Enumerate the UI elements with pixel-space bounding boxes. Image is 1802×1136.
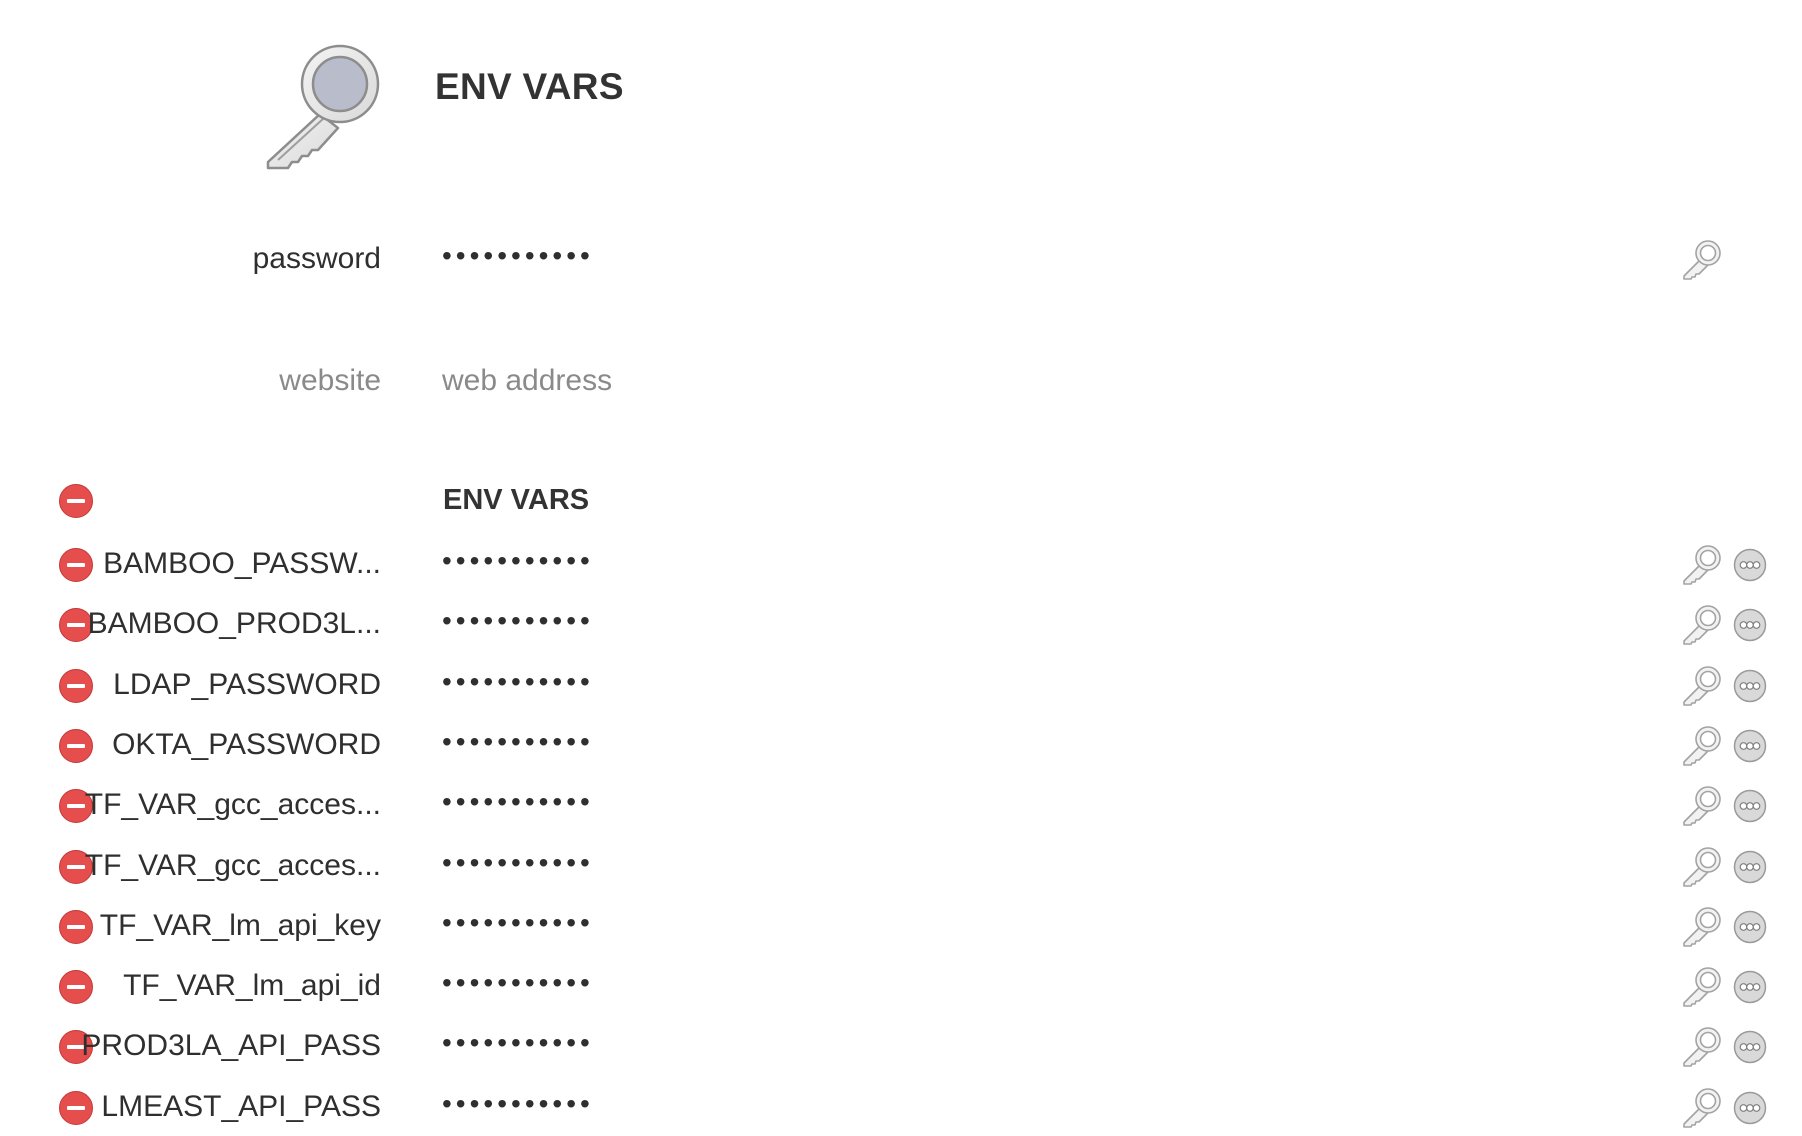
remove-circle-icon bbox=[67, 744, 85, 748]
remove-circle-icon bbox=[67, 985, 85, 989]
website-label: website bbox=[279, 364, 381, 397]
env-var-label[interactable]: TF_VAR_lm_api_key bbox=[100, 898, 381, 954]
password-generator-key-icon[interactable] bbox=[1680, 784, 1724, 828]
env-var-label[interactable]: LMEAST_API_PASS bbox=[101, 1079, 381, 1135]
website-row: website web address bbox=[0, 353, 1802, 409]
more-options-icon[interactable] bbox=[1733, 1030, 1767, 1064]
remove-field-button[interactable] bbox=[59, 970, 93, 1004]
env-var-label[interactable]: BAMBOO_PASSW... bbox=[103, 536, 381, 592]
remove-field-button[interactable] bbox=[59, 669, 93, 703]
section-title[interactable]: ENV VARS bbox=[443, 472, 589, 528]
env-var-label[interactable]: BAMBOO_PROD3L... bbox=[88, 596, 381, 652]
remove-circle-icon bbox=[67, 865, 85, 869]
item-header: ENV VARS bbox=[258, 44, 1058, 174]
remove-field-button[interactable] bbox=[59, 1091, 93, 1125]
env-var-value[interactable]: ••••••••••• bbox=[442, 898, 594, 954]
env-var-label[interactable]: TF_VAR_lm_api_id bbox=[123, 958, 381, 1014]
env-var-row: TF_VAR_lm_api_key ••••••••••• bbox=[0, 898, 1802, 954]
env-var-value[interactable]: ••••••••••• bbox=[442, 777, 594, 833]
env-var-row: TF_VAR_gcc_acces... ••••••••••• bbox=[0, 777, 1802, 833]
password-generator-key-icon[interactable] bbox=[1680, 1025, 1724, 1069]
remove-circle-icon bbox=[67, 623, 85, 627]
password-generator-key-icon[interactable] bbox=[1680, 965, 1724, 1009]
remove-field-button[interactable] bbox=[59, 548, 93, 582]
more-options-icon[interactable] bbox=[1733, 789, 1767, 823]
section-header-row: ENV VARS bbox=[0, 472, 1802, 528]
more-options-icon[interactable] bbox=[1733, 1091, 1767, 1125]
env-var-row: OKTA_PASSWORD ••••••••••• bbox=[0, 717, 1802, 773]
more-options-icon[interactable] bbox=[1733, 970, 1767, 1004]
more-options-icon[interactable] bbox=[1733, 910, 1767, 944]
item-title[interactable]: ENV VARS bbox=[435, 66, 624, 108]
remove-section-button[interactable] bbox=[59, 484, 93, 518]
key-icon bbox=[266, 44, 380, 170]
password-generator-key-icon[interactable] bbox=[1680, 543, 1724, 587]
env-var-row: TF_VAR_lm_api_id ••••••••••• bbox=[0, 958, 1802, 1014]
env-var-value[interactable]: ••••••••••• bbox=[442, 1018, 594, 1074]
env-var-value[interactable]: ••••••••••• bbox=[442, 1079, 594, 1135]
env-var-value[interactable]: ••••••••••• bbox=[442, 958, 594, 1014]
password-generator-key-icon[interactable] bbox=[1680, 905, 1724, 949]
remove-circle-icon bbox=[67, 1106, 85, 1110]
password-generator-key-icon[interactable] bbox=[1680, 724, 1724, 768]
remove-circle-icon bbox=[67, 684, 85, 688]
more-options-icon[interactable] bbox=[1733, 548, 1767, 582]
env-var-row: LMEAST_API_PASS ••••••••••• bbox=[0, 1079, 1802, 1135]
password-label: password bbox=[252, 242, 381, 275]
env-var-label[interactable]: PROD3LA_API_PASS bbox=[81, 1018, 381, 1074]
env-var-row: PROD3LA_API_PASS ••••••••••• bbox=[0, 1018, 1802, 1074]
env-var-label[interactable]: OKTA_PASSWORD bbox=[112, 717, 381, 773]
password-generator-key-icon[interactable] bbox=[1680, 664, 1724, 708]
remove-field-button[interactable] bbox=[59, 910, 93, 944]
env-var-row: LDAP_PASSWORD ••••••••••• bbox=[0, 657, 1802, 713]
env-var-label[interactable]: TF_VAR_gcc_acces... bbox=[85, 838, 381, 894]
password-generator-key-icon[interactable] bbox=[1680, 603, 1724, 647]
password-generator-key-icon[interactable] bbox=[1680, 845, 1724, 889]
more-options-icon[interactable] bbox=[1733, 729, 1767, 763]
env-var-value[interactable]: ••••••••••• bbox=[442, 657, 594, 713]
password-generator-key-icon[interactable] bbox=[1680, 238, 1724, 282]
website-input[interactable]: web address bbox=[442, 353, 612, 409]
password-value[interactable]: ••••••••••• bbox=[442, 231, 594, 287]
remove-circle-icon bbox=[67, 925, 85, 929]
more-options-icon[interactable] bbox=[1733, 669, 1767, 703]
env-var-value[interactable]: ••••••••••• bbox=[442, 536, 594, 592]
env-var-value[interactable]: ••••••••••• bbox=[442, 838, 594, 894]
remove-circle-icon bbox=[67, 499, 85, 503]
more-options-icon[interactable] bbox=[1733, 850, 1767, 884]
remove-circle-icon bbox=[67, 563, 85, 567]
remove-field-button[interactable] bbox=[59, 729, 93, 763]
env-var-label[interactable]: LDAP_PASSWORD bbox=[113, 657, 381, 713]
env-var-label[interactable]: TF_VAR_gcc_acces... bbox=[85, 777, 381, 833]
password-row: password ••••••••••• bbox=[0, 231, 1802, 287]
env-var-value[interactable]: ••••••••••• bbox=[442, 717, 594, 773]
env-var-row: BAMBOO_PASSW... ••••••••••• bbox=[0, 536, 1802, 592]
env-var-row: TF_VAR_gcc_acces... ••••••••••• bbox=[0, 838, 1802, 894]
password-generator-key-icon[interactable] bbox=[1680, 1086, 1724, 1130]
more-options-icon[interactable] bbox=[1733, 608, 1767, 642]
env-var-row: BAMBOO_PROD3L... ••••••••••• bbox=[0, 596, 1802, 652]
item-detail-view: ENV VARS password ••••••••••• website we… bbox=[0, 0, 1802, 1136]
remove-circle-icon bbox=[67, 804, 85, 808]
env-var-value[interactable]: ••••••••••• bbox=[442, 596, 594, 652]
